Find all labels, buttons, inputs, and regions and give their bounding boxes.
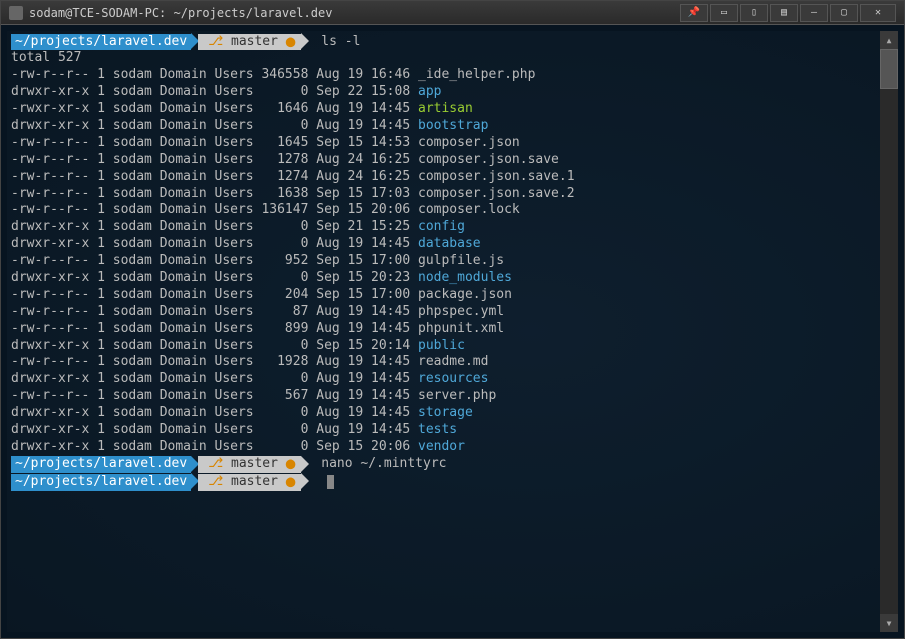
prompt-branch: ⎇ master ●	[198, 34, 301, 51]
window-title: sodam@TCE-SODAM-PC: ~/projects/laravel.d…	[29, 6, 680, 20]
filename: phpunit.xml	[418, 321, 504, 336]
titlebar-buttons: 📌 ▭ ▯ ▤ — ▢ ✕	[680, 4, 896, 22]
close-button[interactable]: ✕	[860, 4, 896, 22]
filename: composer.json	[418, 135, 520, 150]
command-text: nano ~/.minttyrc	[313, 456, 446, 471]
filename: server.php	[418, 388, 496, 403]
ls-total: total 527	[11, 50, 876, 67]
ls-entry: drwxr-xr-x 1 sodam Domain Users 0 Aug 19…	[11, 236, 876, 253]
ls-entry: -rw-r--r-- 1 sodam Domain Users 899 Aug …	[11, 321, 876, 338]
filename: phpspec.yml	[418, 304, 504, 319]
layout-button-1[interactable]: ▭	[710, 4, 738, 22]
terminal-window: sodam@TCE-SODAM-PC: ~/projects/laravel.d…	[0, 0, 905, 639]
command-text	[313, 474, 321, 489]
layout-button-3[interactable]: ▤	[770, 4, 798, 22]
filename: public	[418, 338, 465, 353]
prompt-line: ~/projects/laravel.dev ⎇ master ●	[11, 473, 876, 490]
filename: _ide_helper.php	[418, 67, 535, 82]
scroll-up-button[interactable]: ▲	[880, 31, 898, 49]
prompt-path: ~/projects/laravel.dev	[11, 456, 191, 473]
layout-button-2[interactable]: ▯	[740, 4, 768, 22]
ls-entry: -rw-r--r-- 1 sodam Domain Users 204 Sep …	[11, 287, 876, 304]
filename: config	[418, 219, 465, 234]
ls-entry: drwxr-xr-x 1 sodam Domain Users 0 Aug 19…	[11, 422, 876, 439]
maximize-button[interactable]: ▢	[830, 4, 858, 22]
filename: app	[418, 84, 441, 99]
ls-entry: -rwxr-xr-x 1 sodam Domain Users 1646 Aug…	[11, 101, 876, 118]
git-branch-icon: ⎇	[208, 474, 223, 489]
filename: bootstrap	[418, 118, 488, 133]
git-branch-icon: ⎇	[208, 456, 223, 471]
scrollbar[interactable]: ▲ ▼	[880, 31, 898, 632]
scroll-down-button[interactable]: ▼	[880, 614, 898, 632]
ls-entry: drwxr-xr-x 1 sodam Domain Users 0 Sep 21…	[11, 219, 876, 236]
ls-entry: -rw-r--r-- 1 sodam Domain Users 1645 Sep…	[11, 135, 876, 152]
ls-entry: -rw-r--r-- 1 sodam Domain Users 1638 Sep…	[11, 186, 876, 203]
ls-entry: -rw-r--r-- 1 sodam Domain Users 1278 Aug…	[11, 152, 876, 169]
filename: composer.json.save.1	[418, 169, 575, 184]
filename: readme.md	[418, 354, 488, 369]
filename: gulpfile.js	[418, 253, 504, 268]
prompt-line: ~/projects/laravel.dev ⎇ master ● nano ~…	[11, 456, 876, 473]
filename: package.json	[418, 287, 512, 302]
git-branch-icon: ⎇	[208, 34, 223, 49]
filename: resources	[418, 371, 488, 386]
prompt-line: ~/projects/laravel.dev ⎇ master ● ls -l	[11, 33, 876, 50]
app-icon	[9, 6, 23, 20]
ls-entry: -rw-r--r-- 1 sodam Domain Users 567 Aug …	[11, 388, 876, 405]
ls-entry: drwxr-xr-x 1 sodam Domain Users 0 Sep 15…	[11, 338, 876, 355]
filename: vendor	[418, 439, 465, 454]
prompt-branch: ⎇ master ●	[198, 474, 301, 491]
filename: composer.lock	[418, 202, 520, 217]
filename: node_modules	[418, 270, 512, 285]
filename: composer.json.save.2	[418, 186, 575, 201]
ls-entry: -rw-r--r-- 1 sodam Domain Users 136147 S…	[11, 202, 876, 219]
filename: storage	[418, 405, 473, 420]
prompt-path: ~/projects/laravel.dev	[11, 34, 191, 51]
filename: composer.json.save	[418, 152, 559, 167]
terminal-body: ~/projects/laravel.dev ⎇ master ● ls -l …	[1, 25, 904, 638]
ls-entry: drwxr-xr-x 1 sodam Domain Users 0 Sep 15…	[11, 270, 876, 287]
ls-entry: -rw-r--r-- 1 sodam Domain Users 1274 Aug…	[11, 169, 876, 186]
scroll-thumb[interactable]	[880, 49, 898, 89]
filename: artisan	[418, 101, 473, 116]
minimize-button[interactable]: —	[800, 4, 828, 22]
ls-entry: -rw-r--r-- 1 sodam Domain Users 1928 Aug…	[11, 354, 876, 371]
ls-entry: drwxr-xr-x 1 sodam Domain Users 0 Sep 22…	[11, 84, 876, 101]
ls-entry: -rw-r--r-- 1 sodam Domain Users 346558 A…	[11, 67, 876, 84]
command-text: ls -l	[313, 34, 360, 49]
ls-entry: -rw-r--r-- 1 sodam Domain Users 952 Sep …	[11, 253, 876, 270]
ls-entry: drwxr-xr-x 1 sodam Domain Users 0 Aug 19…	[11, 371, 876, 388]
ls-entry: drwxr-xr-x 1 sodam Domain Users 0 Sep 15…	[11, 439, 876, 456]
prompt-path: ~/projects/laravel.dev	[11, 474, 191, 491]
window-titlebar[interactable]: sodam@TCE-SODAM-PC: ~/projects/laravel.d…	[1, 1, 904, 25]
ls-entry: drwxr-xr-x 1 sodam Domain Users 0 Aug 19…	[11, 405, 876, 422]
pin-button[interactable]: 📌	[680, 4, 708, 22]
terminal-output[interactable]: ~/projects/laravel.dev ⎇ master ● ls -l …	[7, 31, 880, 632]
ls-entry: -rw-r--r-- 1 sodam Domain Users 87 Aug 1…	[11, 304, 876, 321]
filename: database	[418, 236, 481, 251]
ls-entry: drwxr-xr-x 1 sodam Domain Users 0 Aug 19…	[11, 118, 876, 135]
filename: tests	[418, 422, 457, 437]
cursor	[327, 475, 334, 489]
